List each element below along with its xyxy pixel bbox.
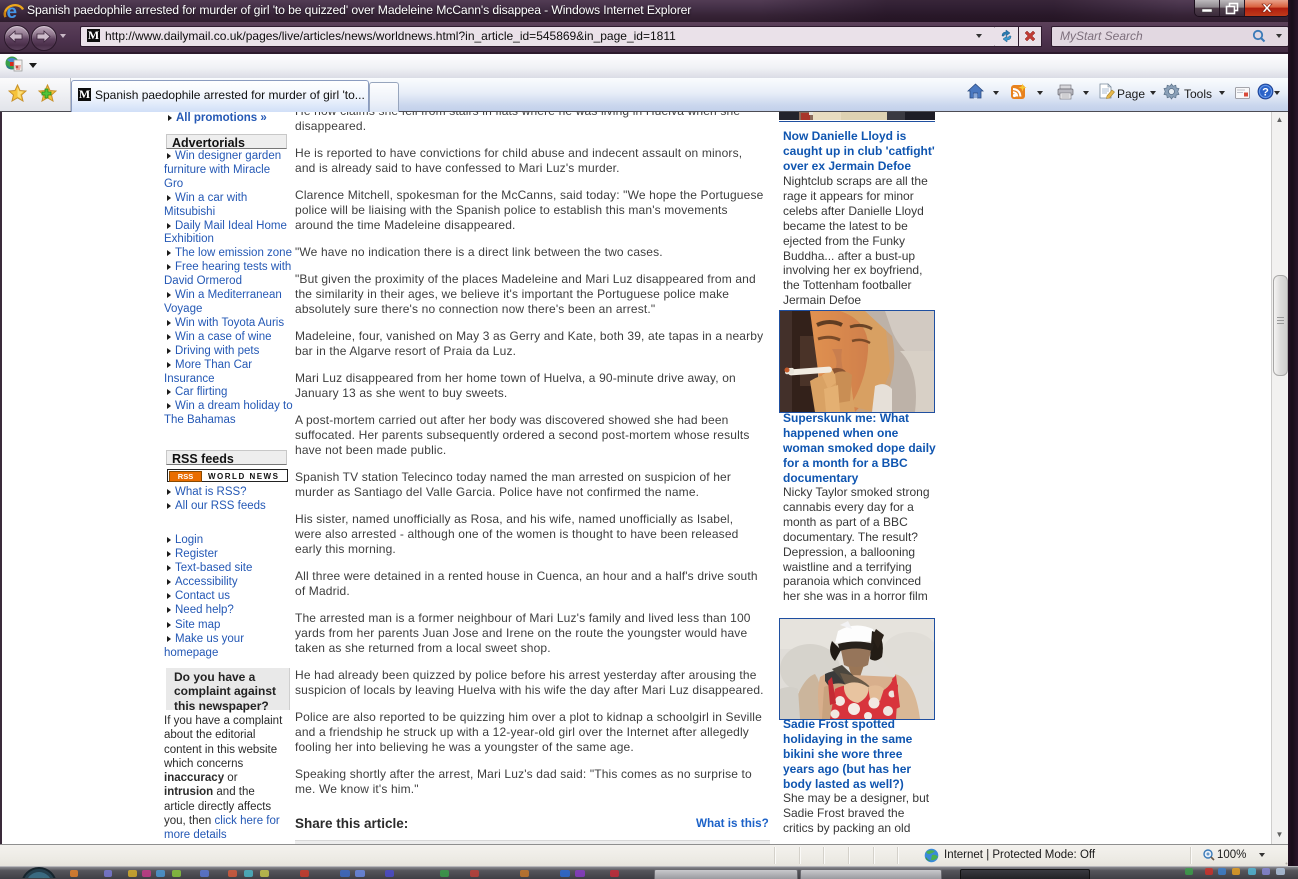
svg-text:?: ? bbox=[1262, 87, 1269, 99]
